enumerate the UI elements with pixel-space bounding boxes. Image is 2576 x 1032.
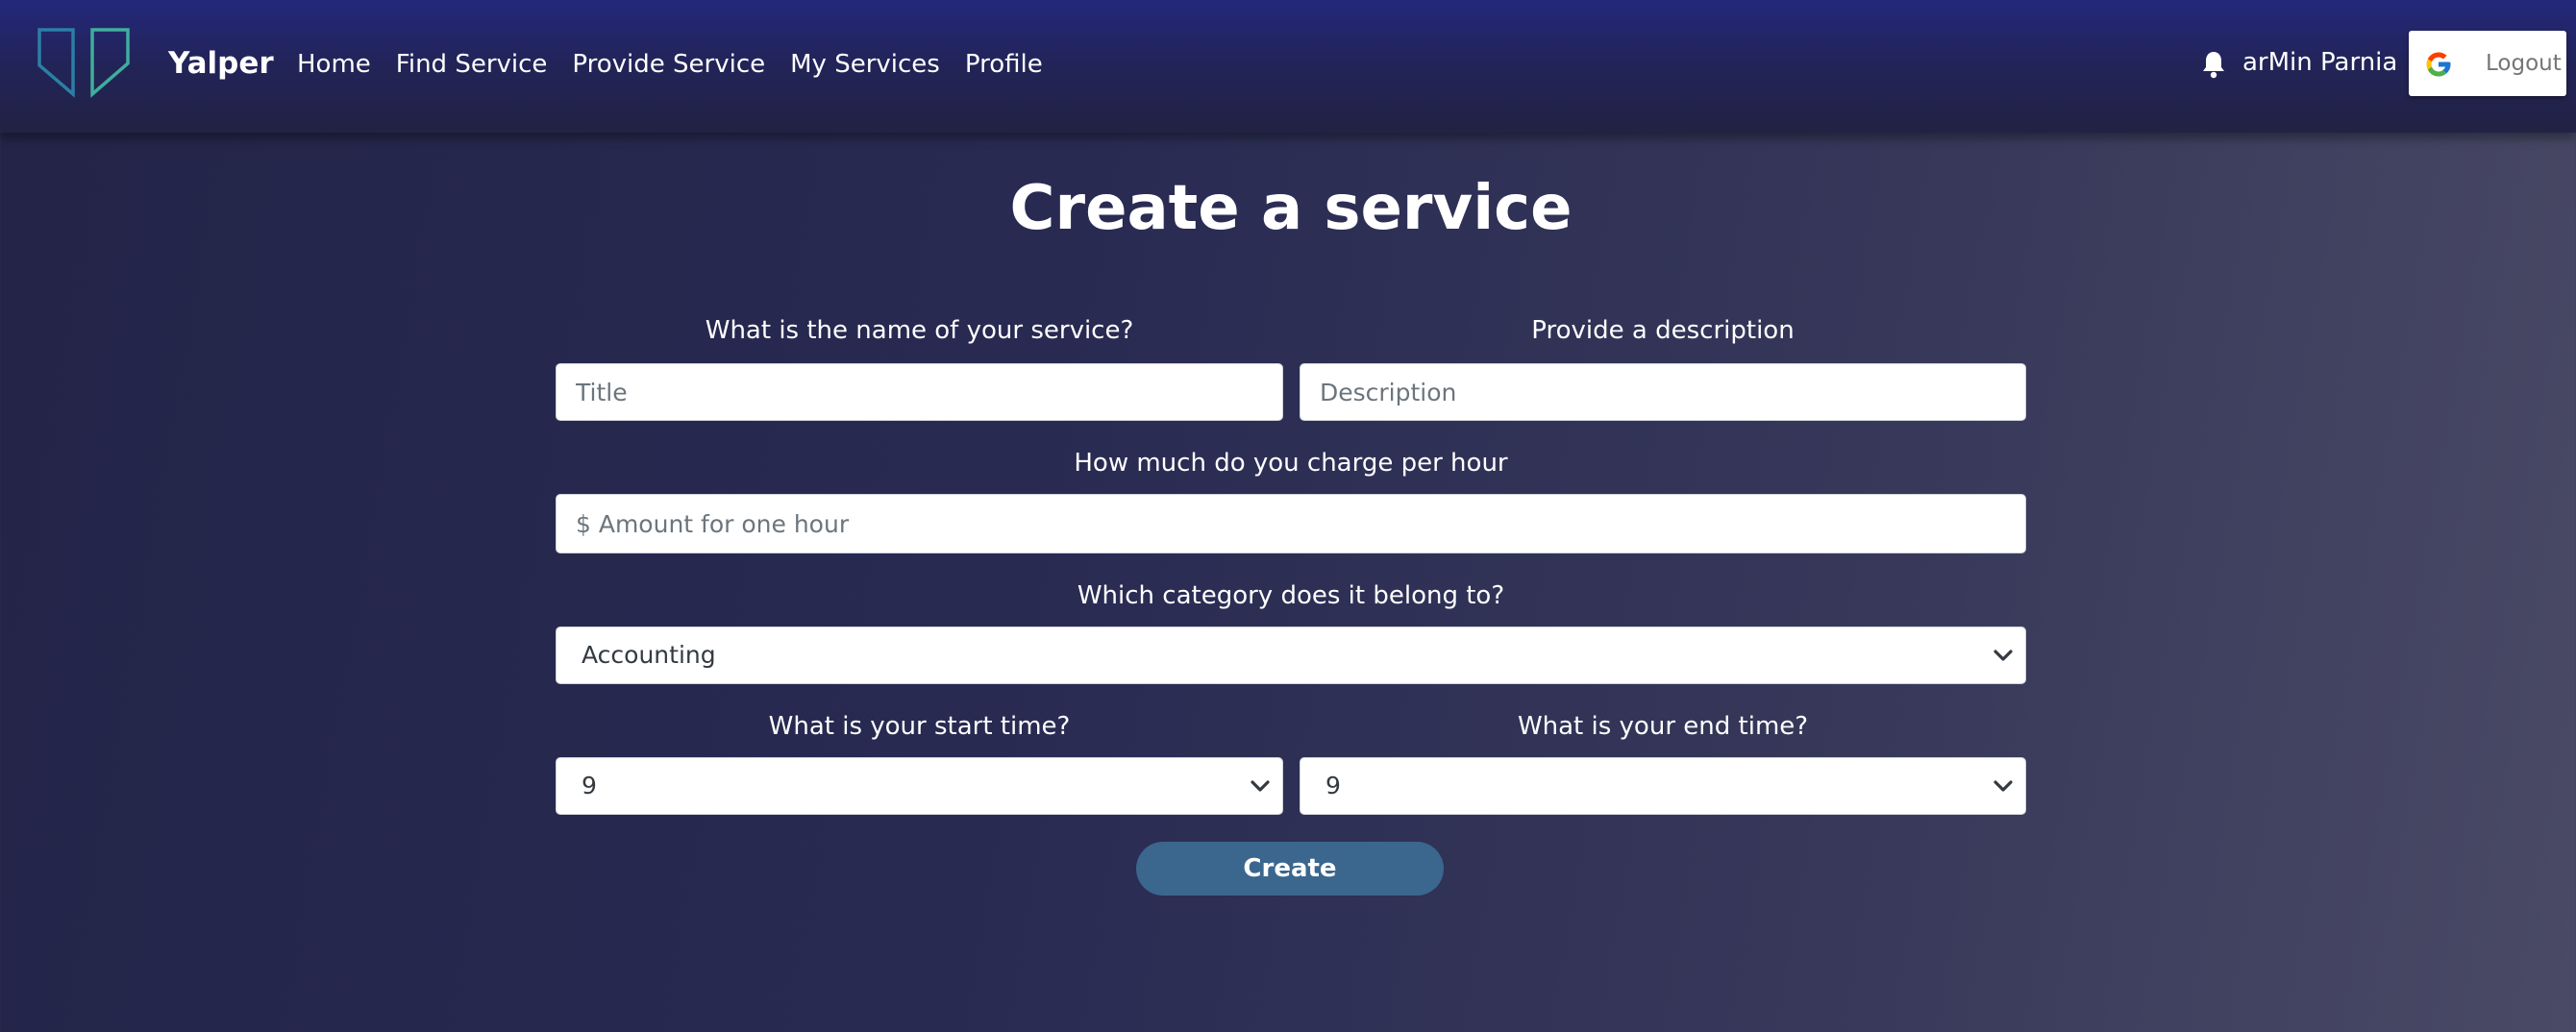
hourly-rate-label: How much do you charge per hour [1074,449,1508,478]
start-time-select[interactable]: 9 [556,757,1283,815]
description-input[interactable] [1300,363,2026,421]
end-time-select[interactable]: 9 [1300,757,2026,815]
nav-links: Home Find Service Provide Service My Ser… [297,46,1068,83]
hourly-rate-input[interactable] [556,494,2026,553]
navbar: Yalper Home Find Service Provide Service… [0,0,2576,133]
category-selected-value: Accounting [582,641,716,669]
end-time-label: What is your end time? [1517,712,1809,741]
service-title-input[interactable] [556,363,1283,421]
service-name-label: What is the name of your service? [705,316,1134,345]
bell-icon[interactable] [2201,50,2226,79]
start-time-label: What is your start time? [768,712,1071,741]
start-time-selected-value: 9 [582,772,597,799]
nav-link-find-service[interactable]: Find Service [396,46,548,83]
logout-button[interactable]: Logout [2409,31,2566,96]
category-label: Which category does it belong to? [1077,581,1505,610]
logout-label: Logout [2486,51,2562,76]
create-button[interactable]: Create [1136,842,1444,896]
category-select[interactable]: Accounting [556,627,2026,684]
google-icon [2426,52,2451,77]
chevron-down-icon [1994,650,2013,661]
end-time-selected-value: 9 [1325,772,1341,799]
yalper-logo-icon[interactable] [37,27,136,100]
description-label: Provide a description [1531,316,1795,345]
brand-name[interactable]: Yalper [168,44,274,83]
nav-link-my-services[interactable]: My Services [790,46,940,83]
user-name[interactable]: arMin Parnia [2242,45,2397,80]
chevron-down-icon [1251,780,1270,792]
nav-link-profile[interactable]: Profile [965,46,1043,83]
nav-link-provide-service[interactable]: Provide Service [572,46,765,83]
page-title: Create a service [1009,173,1573,244]
nav-link-home[interactable]: Home [297,46,371,83]
chevron-down-icon [1994,780,2013,792]
